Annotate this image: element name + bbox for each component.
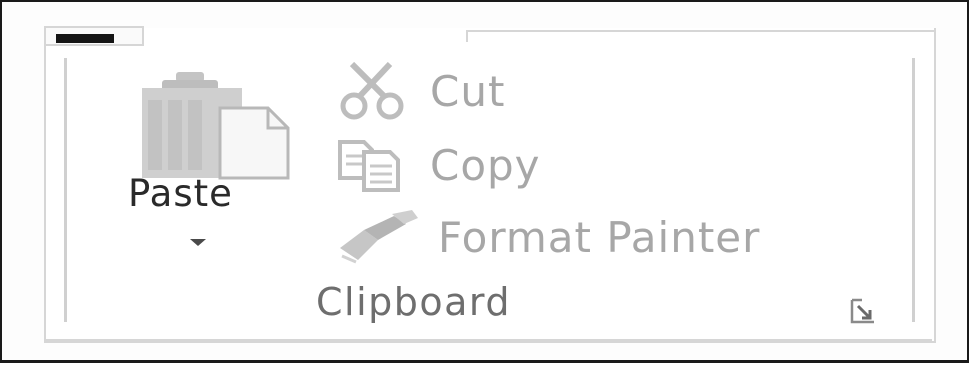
format-painter-button[interactable]: Format Painter (334, 208, 760, 266)
group-right-divider (912, 58, 915, 322)
cut-button[interactable]: Cut (334, 62, 505, 120)
paste-label: Paste (128, 172, 233, 215)
format-painter-label: Format Painter (438, 212, 761, 262)
copy-icon (338, 140, 400, 192)
group-label: Clipboard (316, 280, 512, 324)
paintbrush-icon (340, 210, 418, 264)
group-bottom-border (46, 339, 932, 341)
chevron-down-icon[interactable] (190, 239, 206, 246)
copy-button[interactable]: Copy (334, 136, 541, 194)
dialog-launcher-icon[interactable] (850, 298, 876, 324)
group-left-divider (64, 58, 67, 322)
active-tab-marker (56, 34, 114, 43)
ribbon-top-border (466, 30, 936, 42)
scissors-icon (340, 62, 404, 120)
cut-label: Cut (430, 66, 506, 116)
clipboard-paste-icon (142, 72, 290, 180)
copy-label: Copy (430, 140, 541, 190)
